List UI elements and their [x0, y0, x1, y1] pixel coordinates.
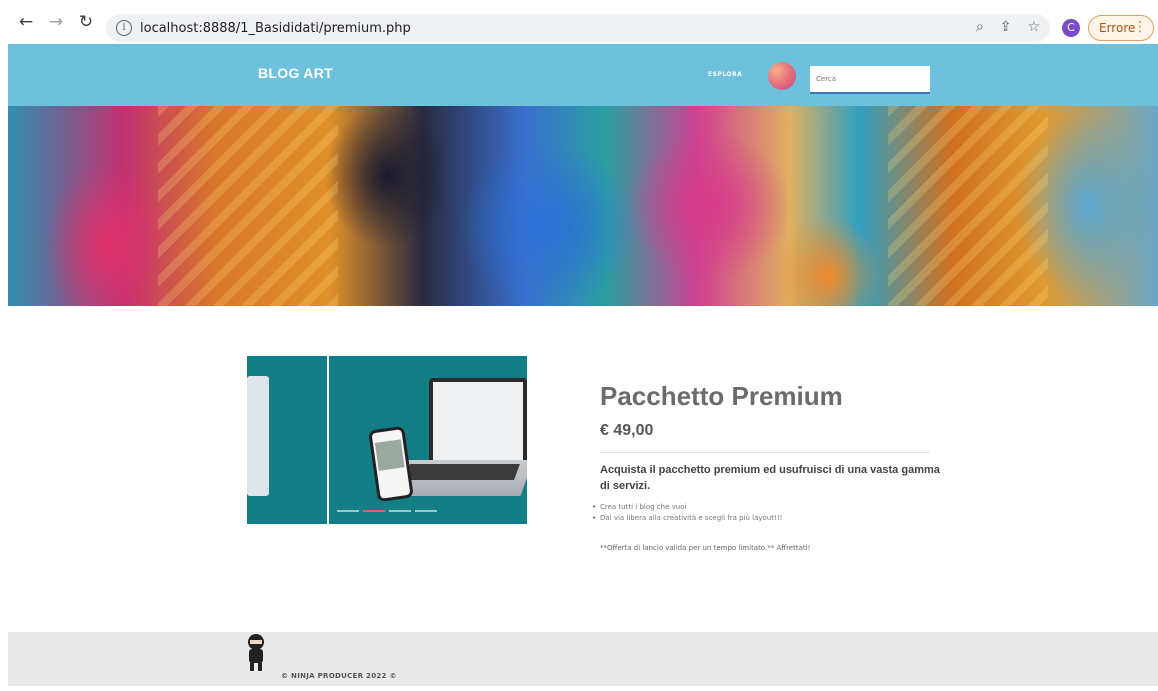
reload-icon[interactable]: ↻ [74, 10, 98, 34]
url-text[interactable]: localhost:8888/1_Basididati/premium.php [140, 21, 411, 36]
nav-explore-link[interactable]: ESPLORA [708, 71, 742, 78]
product-title: Pacchetto Premium [600, 381, 843, 411]
menu-dots-icon[interactable]: ⋮ [1133, 19, 1147, 35]
carousel-indicator[interactable] [363, 510, 385, 512]
user-avatar[interactable] [768, 62, 796, 90]
hero-pattern [158, 106, 338, 306]
brand-logo[interactable]: BLOG ART [258, 65, 333, 81]
product-price: € 49,00 [600, 422, 654, 439]
hero-pattern [888, 106, 1048, 306]
back-arrow-icon[interactable]: ← [14, 10, 38, 34]
offer-note: **Offerta di lancio valida per un tempo … [600, 544, 811, 552]
device-image [247, 376, 269, 496]
site-header: BLOG ART ESPLORA [8, 44, 1158, 106]
feature-list: Crea tutti i blog che vuoi Dai via liber… [590, 502, 782, 524]
error-button[interactable]: Errore ⋮ [1088, 15, 1154, 41]
phone-image [368, 425, 414, 503]
share-icon[interactable]: ⇪ [1000, 19, 1012, 35]
zoom-icon[interactable]: ⌕ [976, 19, 984, 35]
forward-arrow-icon[interactable]: → [44, 10, 68, 34]
list-item: Crea tutti i blog che vuoi [590, 502, 782, 513]
address-bar[interactable]: i localhost:8888/1_Basididati/premium.ph… [106, 14, 1050, 42]
profile-avatar[interactable]: C [1062, 19, 1080, 37]
product-carousel[interactable] [247, 356, 527, 524]
divider [600, 452, 930, 453]
copyright-text: © NINJA PRODUCER 2022 © [281, 672, 397, 680]
product-description: Acquista il pacchetto premium ed usufrui… [600, 464, 940, 492]
search-input[interactable] [810, 66, 930, 94]
error-label: Errore [1099, 21, 1136, 35]
carousel-indicators[interactable] [337, 510, 437, 512]
carousel-indicator[interactable] [415, 510, 437, 512]
carousel-divider [327, 356, 329, 524]
laptop-keyboard [404, 464, 520, 480]
laptop-image [429, 378, 527, 464]
hero-banner-image [8, 106, 1158, 306]
site-footer: © NINJA PRODUCER 2022 © [8, 632, 1158, 686]
carousel-indicator[interactable] [337, 510, 359, 512]
ninja-logo-icon [246, 634, 266, 672]
list-item: Dai via libera alla creatività e scegli … [590, 513, 782, 524]
bookmark-star-icon[interactable]: ☆ [1027, 19, 1040, 35]
info-icon[interactable]: i [116, 20, 132, 36]
carousel-indicator[interactable] [389, 510, 411, 512]
